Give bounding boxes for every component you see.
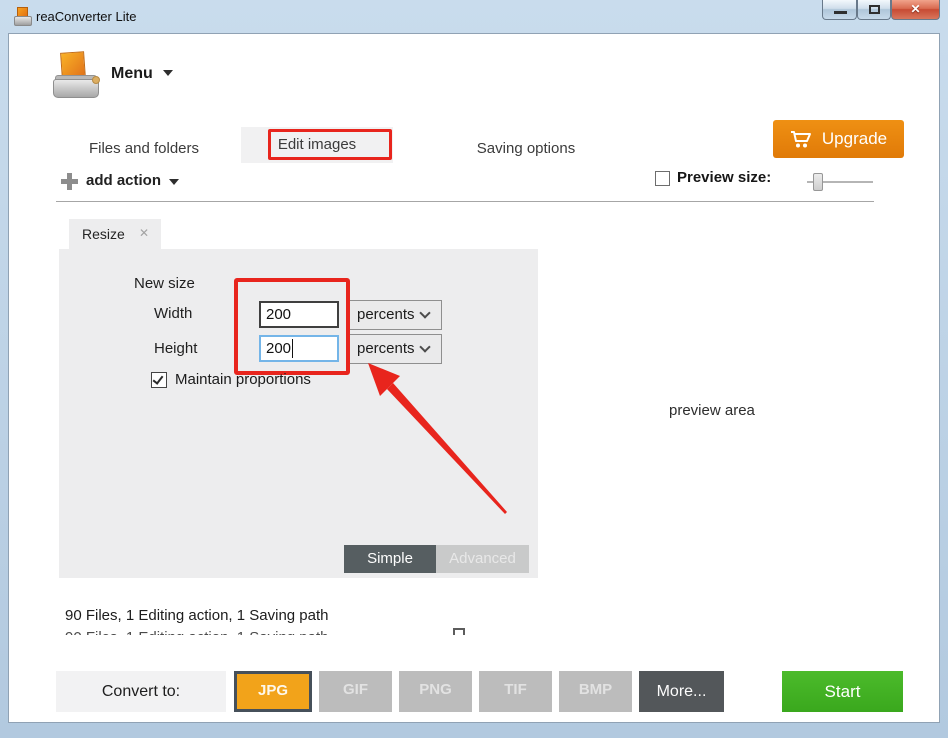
close-icon: ✕ [910, 2, 921, 16]
maximize-button[interactable] [857, 0, 891, 20]
height-label: Height [154, 340, 198, 357]
preview-size-checkbox[interactable] [655, 171, 670, 186]
app-logo-icon [13, 6, 34, 27]
minimize-button[interactable] [822, 0, 857, 20]
status-summary-clipped: 90 Files, 1 Editing action, 1 Saving pat… [65, 629, 410, 635]
annotation-box-size-inputs [234, 278, 350, 375]
maintain-proportions-checkbox[interactable] [151, 372, 167, 388]
minimize-icon [834, 11, 847, 14]
tab-saving-options[interactable]: Saving options [446, 134, 606, 164]
format-button-tif[interactable]: TIF [479, 671, 552, 712]
maintain-proportions-label: Maintain proportions [175, 371, 311, 388]
cart-icon [790, 130, 811, 147]
toolbar-divider [56, 201, 874, 202]
close-button[interactable]: ✕ [891, 0, 940, 20]
clipped-checkbox [453, 628, 465, 635]
more-formats-button[interactable]: More... [639, 671, 724, 712]
annotation-box-edit-images [268, 129, 392, 160]
simple-mode-button[interactable]: Simple [344, 545, 436, 573]
preview-area-label: preview area [669, 402, 755, 419]
format-button-jpg[interactable]: JPG [234, 671, 312, 712]
add-action-button[interactable]: add action [86, 172, 161, 189]
plus-icon [61, 173, 78, 190]
app-window: { "window": { "title": "reaConverter Lit… [0, 0, 948, 738]
window-title: reaConverter Lite [36, 9, 137, 24]
chevron-down-icon [162, 70, 173, 76]
convert-to-label: Convert to: [56, 671, 226, 712]
app-logo [53, 51, 101, 100]
maximize-icon [869, 5, 880, 14]
preview-size-label: Preview size: [677, 169, 772, 186]
format-button-bmp[interactable]: BMP [559, 671, 632, 712]
start-button[interactable]: Start [782, 671, 903, 712]
menu-button[interactable]: Menu [111, 65, 173, 83]
status-summary: 90 Files, 1 Editing action, 1 Saving pat… [65, 607, 329, 624]
main-content: Menu Files and folders Edit images Savin… [8, 33, 940, 723]
preview-size-slider-thumb[interactable] [813, 173, 823, 191]
close-resize-tab-icon[interactable]: ✕ [139, 226, 149, 240]
upgrade-button[interactable]: Upgrade [773, 120, 904, 158]
chevron-down-icon[interactable] [169, 179, 179, 185]
tab-files-and-folders[interactable]: Files and folders [69, 134, 219, 164]
format-button-gif[interactable]: GIF [319, 671, 392, 712]
format-button-png[interactable]: PNG [399, 671, 472, 712]
resize-tab-label: Resize [82, 226, 125, 242]
resize-action-tab[interactable]: Resize ✕ [69, 219, 161, 249]
annotation-arrow [368, 363, 507, 514]
width-unit-select[interactable]: percents [347, 300, 442, 330]
checkmark-icon [152, 373, 164, 385]
width-label: Width [154, 305, 193, 322]
new-size-label: New size [134, 275, 195, 292]
chevron-down-icon [419, 307, 431, 319]
advanced-mode-button[interactable]: Advanced [436, 545, 529, 573]
